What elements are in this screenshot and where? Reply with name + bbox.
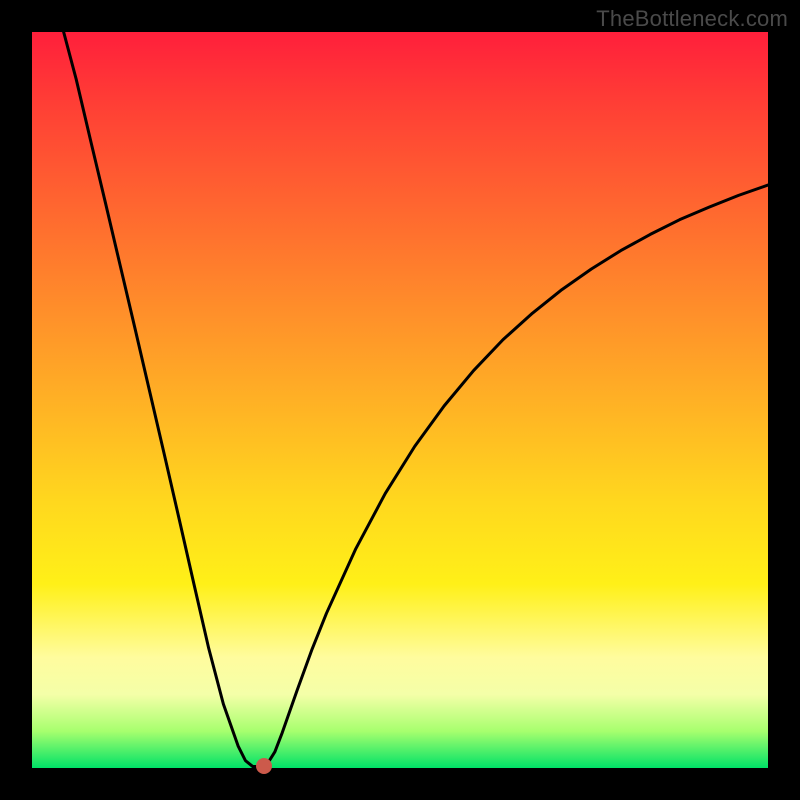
bottleneck-curve (32, 32, 768, 768)
chart-frame: TheBottleneck.com (0, 0, 800, 800)
attribution-label: TheBottleneck.com (596, 6, 788, 32)
optimal-point-marker (256, 758, 272, 774)
plot-area (32, 32, 768, 768)
